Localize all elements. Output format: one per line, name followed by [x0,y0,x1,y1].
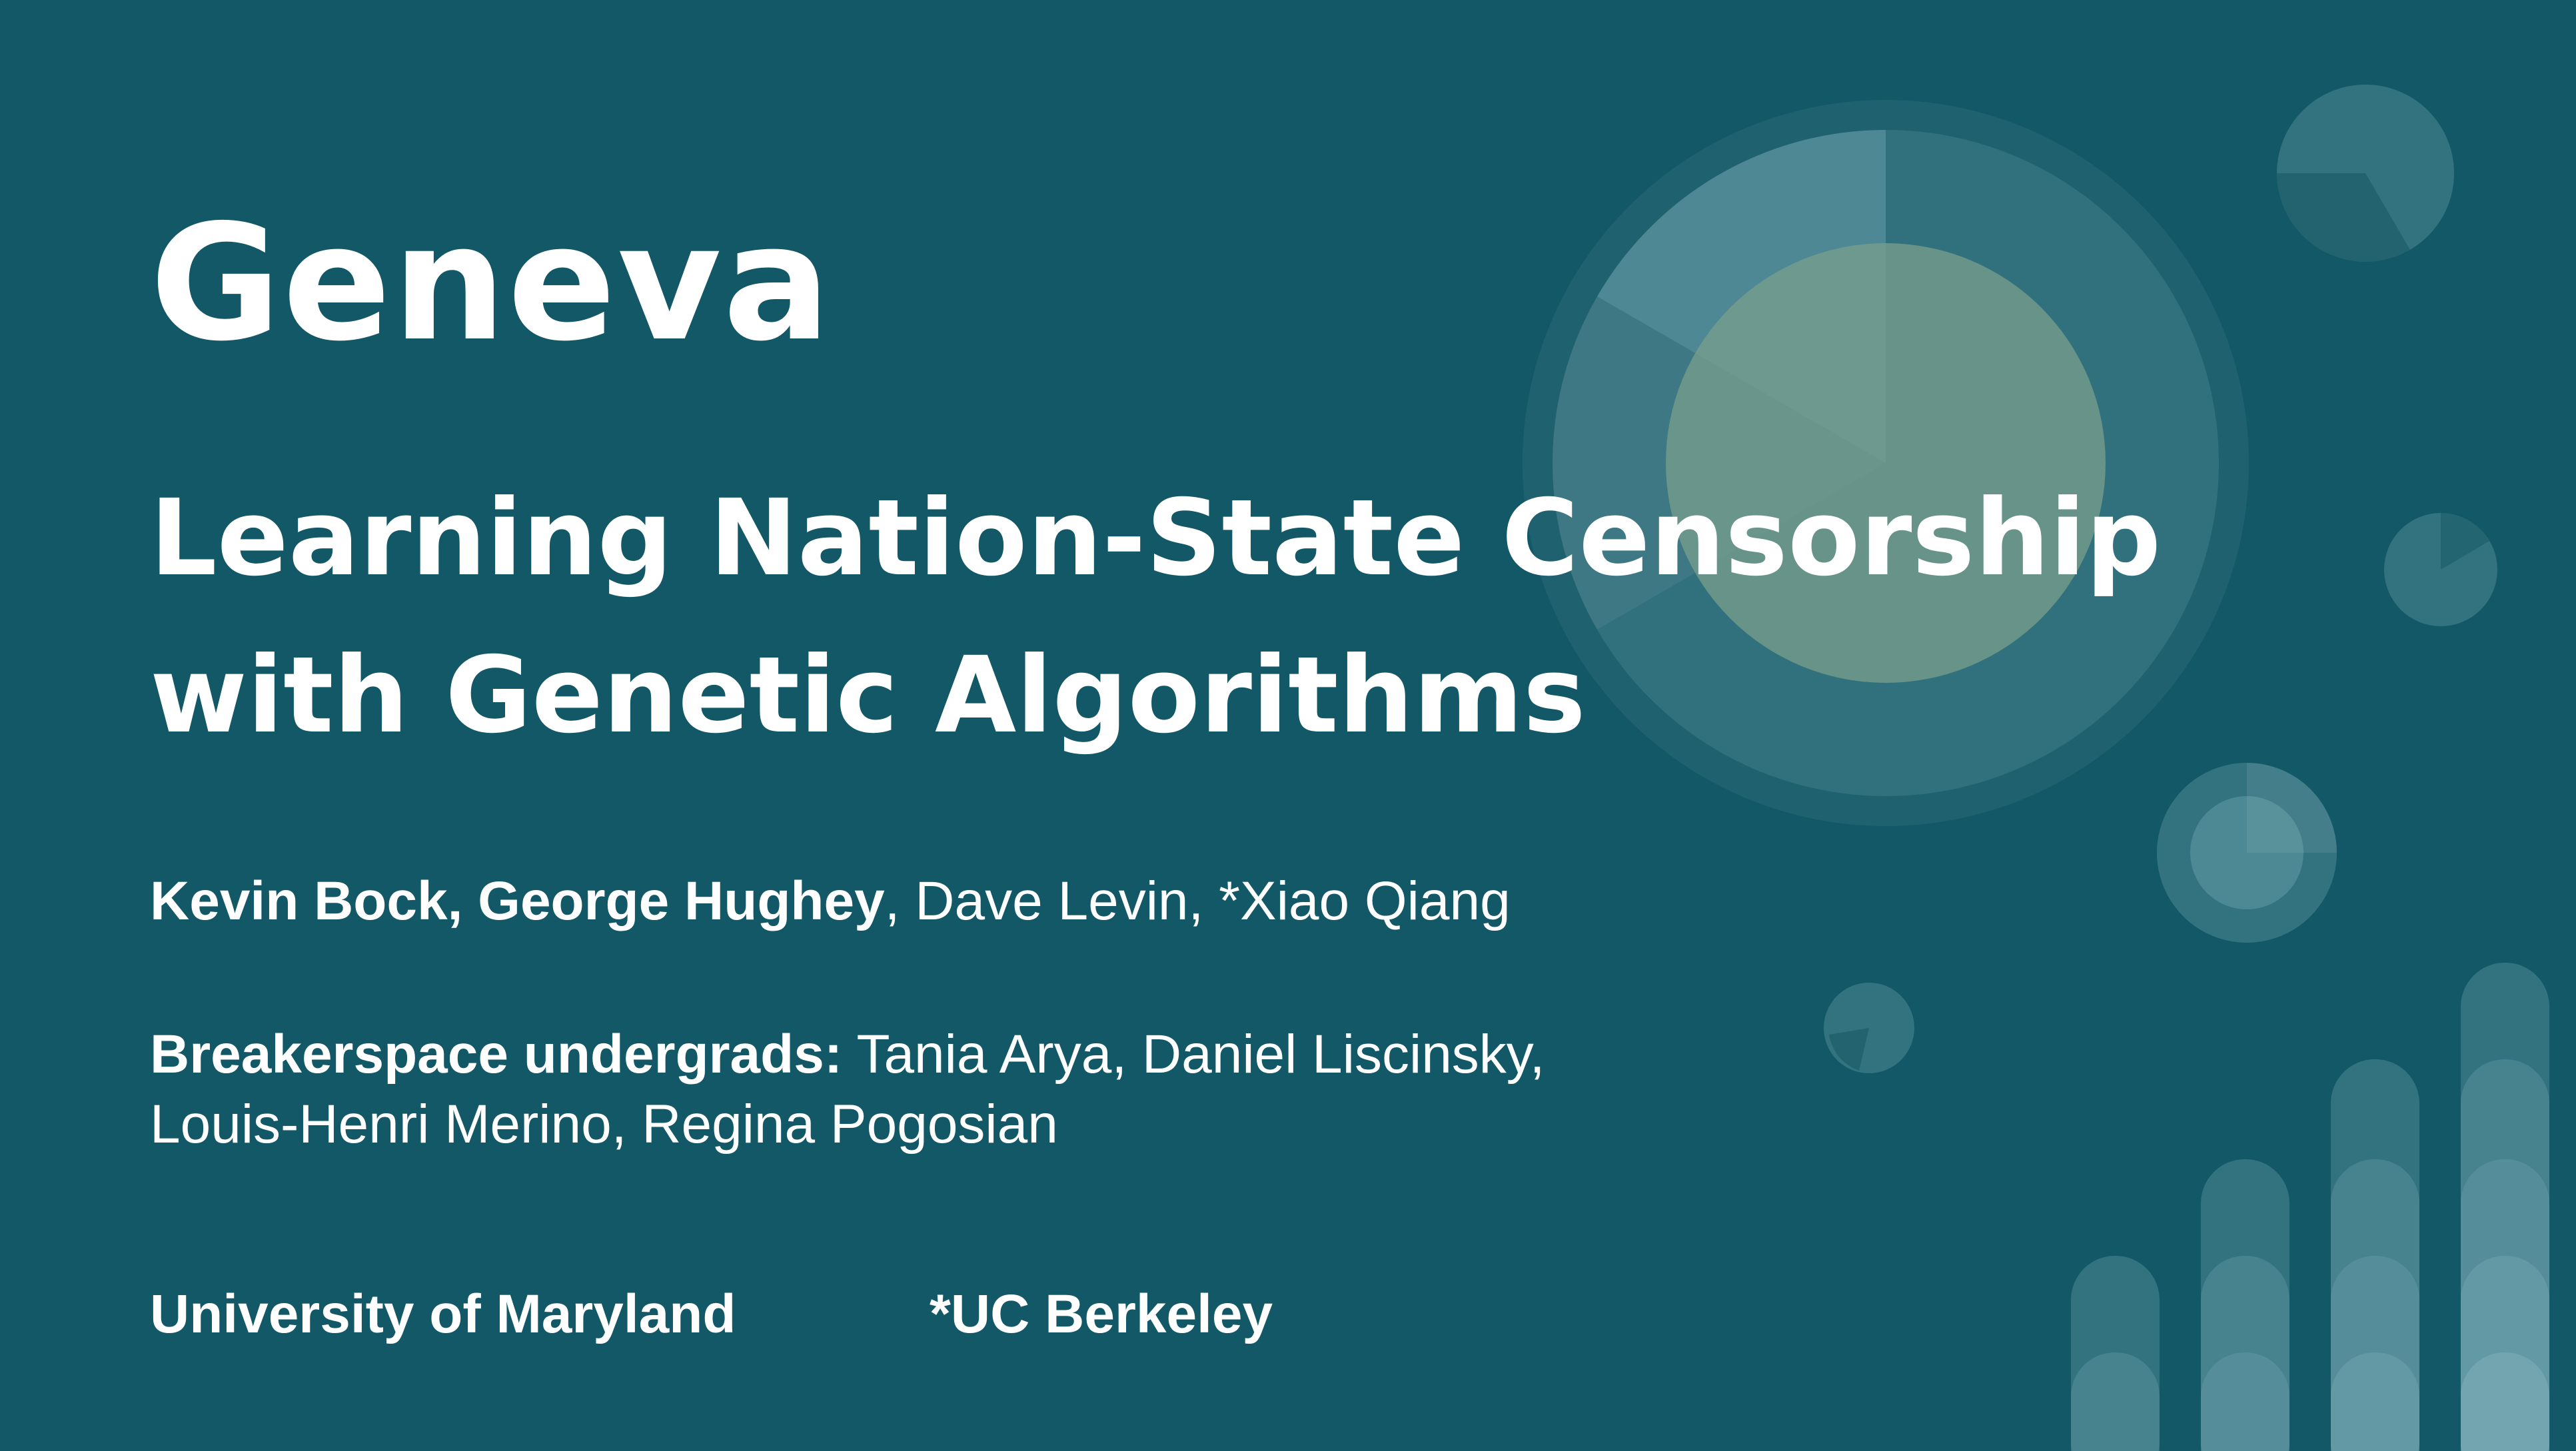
undergrad-list: Breakerspace undergrads: Tania Arya, Dan… [150,1019,1545,1159]
undergrad-names-line-1: Tania Arya, Daniel Liscinsky, [842,1024,1545,1085]
undergrads-label: Breakerspace undergrads: [150,1024,843,1085]
donut-chart-decoration [2157,763,2337,943]
small-pie-chart-decoration [2277,85,2454,262]
title-slide: Geneva Learning Nation-State Censorship … [0,0,2576,1451]
other-authors: , Dave Levin, *Xiao Qiang [884,871,1511,931]
slide-title: Geneva [150,190,832,376]
bar-chart-decoration [2071,963,2549,1451]
affiliation-umd: University of Maryland [150,1284,736,1344]
primary-authors: Kevin Bock, George Hughey [150,871,885,931]
subtitle-line-1: Learning Nation-State Censorship [150,477,2162,600]
small-dot-pie-decoration [1824,983,1914,1073]
slide-subtitle: Learning Nation-State Censorship with Ge… [150,460,2161,774]
affiliation-ucb: *UC Berkeley [930,1284,1273,1344]
subtitle-line-2: with Genetic Algorithms [150,634,1586,757]
undergrad-names-line-2: Louis-Henri Merino, Regina Pogosian [150,1094,1058,1155]
author-list: Kevin Bock, George Hughey, Dave Levin, *… [150,866,1511,936]
tiny-pie-chart-decoration [2384,513,2497,626]
